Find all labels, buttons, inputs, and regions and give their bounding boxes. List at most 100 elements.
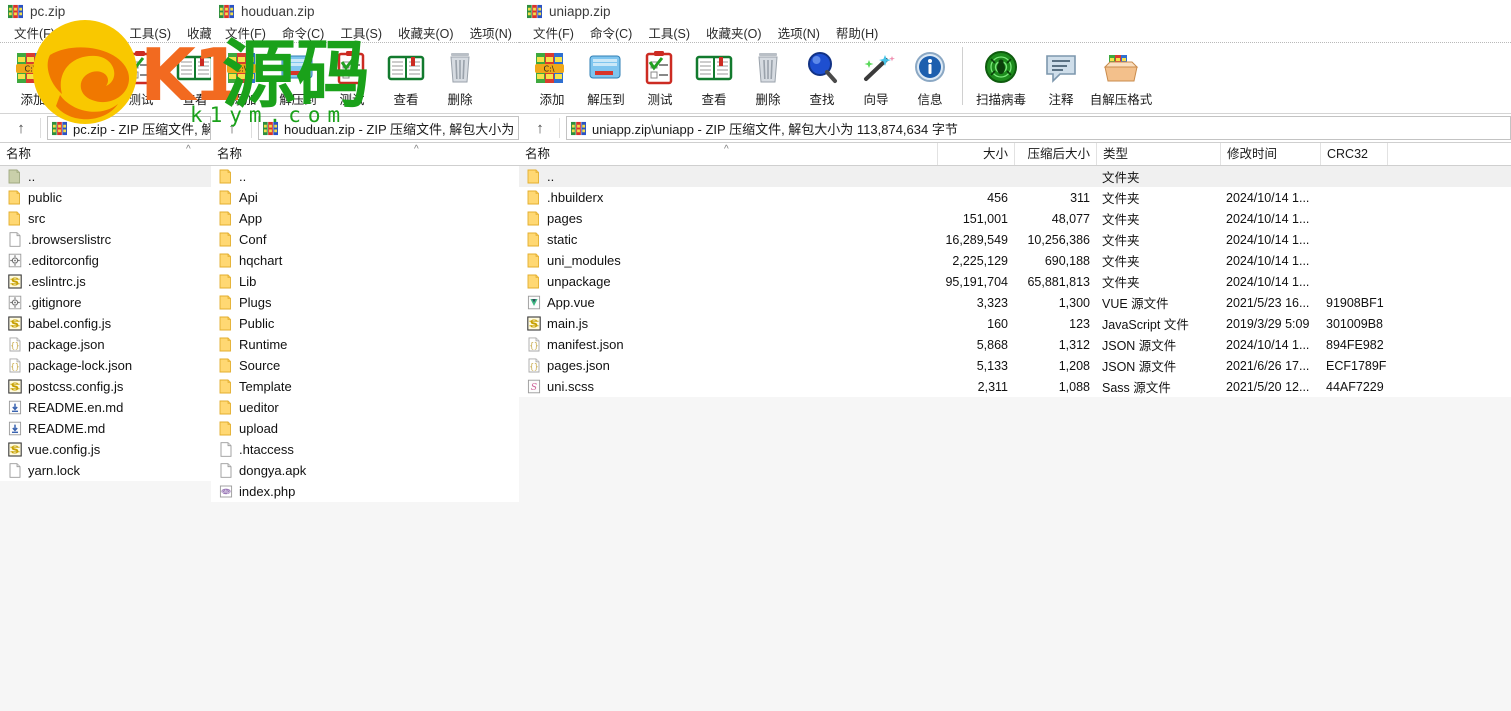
column-header-pc-zip[interactable]: 名称 ^ (0, 143, 211, 166)
toolbar-button-extract-to[interactable]: 解压到 (271, 43, 325, 111)
column-header-uniapp-zip[interactable]: 名称 大小 压缩后大小 类型 修改时间 CRC32 ^ (519, 143, 1511, 166)
toolbar-button-add[interactable]: C:\ 添加 (217, 43, 271, 111)
menu-help[interactable]: 帮助(H) (828, 23, 886, 42)
menubar-uniapp-zip[interactable]: 文件(F) 命令(C) 工具(S) 收藏夹(O) 选项(N) 帮助(H) (519, 22, 1511, 42)
file-row[interactable]: dongya.apk (211, 460, 519, 481)
file-row[interactable]: Plugs (211, 292, 519, 313)
file-row[interactable]: public (0, 187, 211, 208)
file-row[interactable]: phpindex.php (211, 481, 519, 502)
up-arrow-icon[interactable]: ↑ (527, 117, 553, 139)
menu-tools[interactable]: 工具(S) (121, 23, 179, 42)
pathbar-houduan-zip[interactable]: ↑ houduan.zip - ZIP 压缩文件, 解包大小为 (211, 114, 519, 143)
window-pc-zip[interactable]: pc.zip 文件(F) 命令(C) 工具(S) 收藏夹(O) C:\ 添加 (0, 0, 213, 711)
column-header-type[interactable]: 类型 (1096, 143, 1220, 165)
toolbar-button-delete[interactable]: 删除 (741, 43, 795, 111)
file-list-uniapp-zip[interactable]: ..文件夹.hbuilderx456311文件夹2024/10/14 1...p… (519, 166, 1511, 397)
column-header-modified[interactable]: 修改时间 (1220, 143, 1320, 165)
menubar-houduan-zip[interactable]: 文件(F) 命令(C) 工具(S) 收藏夹(O) 选项(N) 帮 (211, 22, 519, 42)
menu-tools[interactable]: 工具(S) (332, 23, 390, 42)
file-row[interactable]: Template (211, 376, 519, 397)
file-row[interactable]: {}package.json (0, 334, 211, 355)
file-row[interactable]: README.en.md (0, 397, 211, 418)
menu-favorites[interactable]: 收藏夹(O) (179, 23, 213, 42)
menu-commands[interactable]: 命令(C) (274, 23, 332, 42)
toolbar-button-view[interactable]: 查看 (168, 43, 213, 111)
file-row[interactable]: {}pages.json5,1331,208JSON 源文件2021/6/26 … (519, 355, 1511, 376)
menu-favorites[interactable]: 收藏夹(O) (390, 23, 462, 42)
file-row[interactable]: S.eslintrc.js (0, 271, 211, 292)
file-row[interactable]: Source (211, 355, 519, 376)
column-header-name[interactable]: 名称 (0, 143, 211, 165)
file-row[interactable]: .. (0, 166, 211, 187)
file-row[interactable]: App.vue3,3231,300VUE 源文件2021/5/23 16...9… (519, 292, 1511, 313)
file-row[interactable]: Runtime (211, 334, 519, 355)
file-row[interactable]: {}manifest.json5,8681,312JSON 源文件2024/10… (519, 334, 1511, 355)
toolbar-button-view[interactable]: 查看 (687, 43, 741, 111)
toolbar-button-test[interactable]: 测试 (633, 43, 687, 111)
titlebar-uniapp-zip[interactable]: uniapp.zip (519, 0, 1511, 22)
toolbar-button-test[interactable]: 测试 (325, 43, 379, 111)
column-header-name[interactable]: 名称 (211, 143, 519, 165)
file-row[interactable]: Svue.config.js (0, 439, 211, 460)
up-arrow-icon[interactable]: ↑ (219, 117, 245, 139)
column-header-crc32[interactable]: CRC32 (1320, 143, 1387, 165)
file-list-houduan-zip[interactable]: ..ApiAppConfhqchartLibPlugsPublicRuntime… (211, 166, 519, 502)
file-row[interactable]: Conf (211, 229, 519, 250)
file-row[interactable]: Smain.js160123JavaScript 文件2019/3/29 5:0… (519, 313, 1511, 334)
up-arrow-icon[interactable]: ↑ (8, 117, 34, 139)
file-row[interactable]: uni_modules2,225,129690,188文件夹2024/10/14… (519, 250, 1511, 271)
toolbar-button-extract-to[interactable]: 解压到 (579, 43, 633, 111)
toolbar-button-comment[interactable]: 注释 (1034, 43, 1088, 111)
menu-file[interactable]: 文件(F) (525, 23, 582, 42)
file-row[interactable]: Spostcss.config.js (0, 376, 211, 397)
file-row[interactable]: .htaccess (211, 439, 519, 460)
toolbar-houduan-zip[interactable]: C:\ 添加 解压到 (211, 42, 519, 114)
file-row[interactable]: .gitignore (0, 292, 211, 313)
file-row[interactable]: yarn.lock (0, 460, 211, 481)
file-row[interactable]: pages151,00148,077文件夹2024/10/14 1... (519, 208, 1511, 229)
toolbar-button-add[interactable]: C:\ 添加 (6, 43, 60, 111)
file-row[interactable]: .hbuilderx456311文件夹2024/10/14 1... (519, 187, 1511, 208)
pathbar-uniapp-zip[interactable]: ↑ uniapp.zip\uniapp - ZIP 压缩文件, 解包大小为 11… (519, 114, 1511, 143)
toolbar-button-virus-scan[interactable]: 扫描病毒 (968, 43, 1034, 111)
pathbar-pc-zip[interactable]: ↑ pc.zip - ZIP 压缩文件, 解包 (0, 114, 211, 143)
toolbar-button-delete[interactable]: 删除 (433, 43, 487, 111)
file-row[interactable]: {}package-lock.json (0, 355, 211, 376)
file-row[interactable]: .. (211, 166, 519, 187)
file-row[interactable]: upload (211, 418, 519, 439)
column-header-size[interactable]: 大小 (937, 143, 1014, 165)
toolbar-button-info[interactable]: 信息 (903, 43, 957, 111)
window-uniapp-zip[interactable]: uniapp.zip 文件(F) 命令(C) 工具(S) 收藏夹(O) 选项(N… (519, 0, 1511, 711)
toolbar-button-sfx[interactable]: 自解压格式 (1088, 43, 1154, 111)
file-row[interactable]: ueditor (211, 397, 519, 418)
toolbar-button-extract-to[interactable]: 解压到 (60, 43, 114, 111)
file-row[interactable]: hqchart (211, 250, 519, 271)
titlebar-houduan-zip[interactable]: houduan.zip (211, 0, 519, 22)
titlebar-pc-zip[interactable]: pc.zip (0, 0, 211, 22)
menu-options[interactable]: 选项(N) (462, 23, 520, 42)
file-row[interactable]: unpackage95,191,70465,881,813文件夹2024/10/… (519, 271, 1511, 292)
toolbar-button-view[interactable]: 查看 (379, 43, 433, 111)
column-header-houduan-zip[interactable]: 名称 ^ (211, 143, 519, 166)
path-input[interactable]: houduan.zip - ZIP 压缩文件, 解包大小为 (258, 116, 519, 140)
toolbar-button-test[interactable]: 测试 (114, 43, 168, 111)
toolbar-pc-zip[interactable]: C:\ 添加 解压到 (0, 42, 211, 114)
menu-options[interactable]: 选项(N) (770, 23, 828, 42)
path-input[interactable]: uniapp.zip\uniapp - ZIP 压缩文件, 解包大小为 113,… (566, 116, 1511, 140)
menu-commands[interactable]: 命令(C) (582, 23, 640, 42)
file-row[interactable]: .editorconfig (0, 250, 211, 271)
file-row[interactable]: ..文件夹 (519, 166, 1511, 187)
toolbar-button-add[interactable]: C:\ 添加 (525, 43, 579, 111)
menu-tools[interactable]: 工具(S) (640, 23, 698, 42)
file-row[interactable]: README.md (0, 418, 211, 439)
toolbar-uniapp-zip[interactable]: C:\ 添加 解压到 (519, 42, 1511, 114)
file-row[interactable]: Sbabel.config.js (0, 313, 211, 334)
menubar-pc-zip[interactable]: 文件(F) 命令(C) 工具(S) 收藏夹(O) (0, 22, 211, 42)
window-houduan-zip[interactable]: houduan.zip 文件(F) 命令(C) 工具(S) 收藏夹(O) 选项(… (211, 0, 521, 711)
toolbar-button-find[interactable]: 查找 (795, 43, 849, 111)
menu-file[interactable]: 文件(F) (6, 23, 63, 42)
file-row[interactable]: Suni.scss2,3111,088Sass 源文件2021/5/20 12.… (519, 376, 1511, 397)
file-row[interactable]: Lib (211, 271, 519, 292)
file-row[interactable]: static16,289,54910,256,386文件夹2024/10/14 … (519, 229, 1511, 250)
toolbar-button-wizard[interactable]: 向导 (849, 43, 903, 111)
